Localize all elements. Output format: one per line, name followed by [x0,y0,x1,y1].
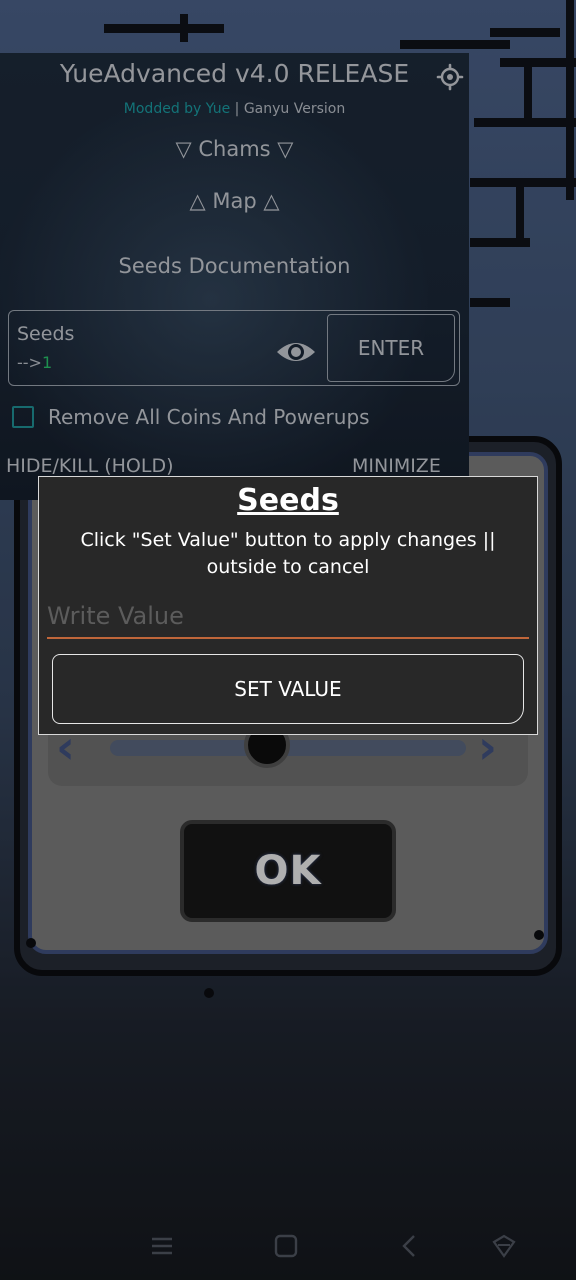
menu-icon[interactable] [148,1232,176,1260]
dialog-message: Click "Set Value" button to apply change… [80,529,496,578]
write-value-input[interactable] [47,595,529,639]
back-icon[interactable] [396,1232,424,1260]
set-value-dialog: Seeds Click "Set Value" button to apply … [38,476,538,735]
dialog-title: Seeds [237,483,339,518]
set-value-button[interactable]: SET VALUE [52,654,524,724]
home-icon[interactable] [272,1232,300,1260]
system-navigation-bar [0,1222,576,1268]
assistant-icon[interactable] [490,1232,518,1260]
